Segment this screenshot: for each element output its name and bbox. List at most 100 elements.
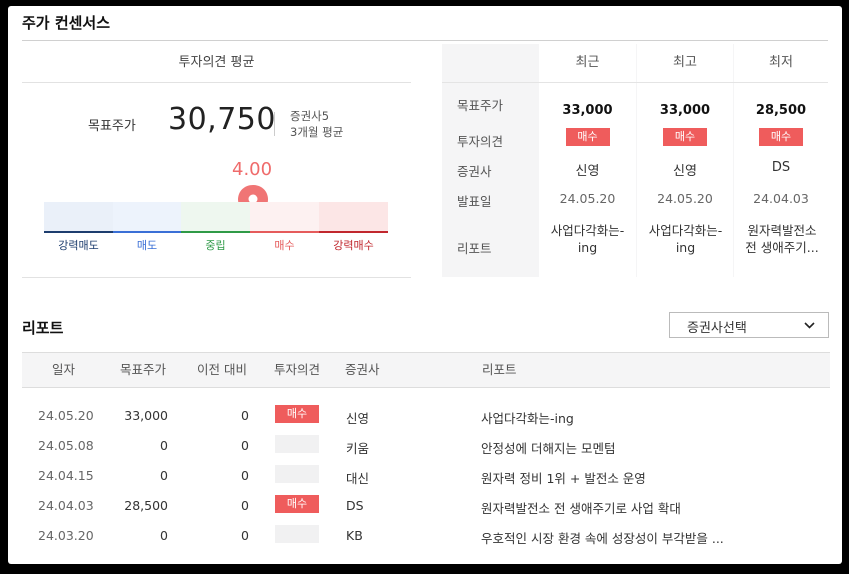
broker-select-label: 증권사선택	[687, 321, 747, 336]
opinion-badge: 매수	[275, 405, 319, 423]
gauge-line-buy	[250, 231, 319, 233]
summary-opinion: 매수	[539, 128, 636, 146]
summary-broker: 신영	[673, 164, 697, 179]
table-row: 24.05.08 0 0 키움 안정성에 더해지는 모멘텀	[22, 432, 830, 462]
gauge-line-hold	[181, 231, 250, 233]
col-broker: 증권사	[345, 362, 380, 377]
row-target: 0	[160, 468, 168, 483]
table-row: 24.05.20 33,000 0 매수 신영 사업다각화는-ing	[22, 402, 830, 432]
broker-count: 증권사5	[290, 109, 330, 123]
row-change: 0	[241, 498, 249, 513]
summary-report-link[interactable]: 사업다각화는-ing	[549, 222, 626, 256]
row-target: 0	[160, 528, 168, 543]
gauge-segment-hold	[181, 202, 250, 232]
reports-table-header: 일자 목표주가 이전 대비 투자의견 증권사 리포트	[22, 352, 830, 388]
row-date: 24.05.08	[38, 438, 94, 453]
summary-col-highest: 최고	[673, 55, 697, 70]
report-link[interactable]: 우호적인 시장 환경 속에 성장성이 부각받을 ...	[481, 528, 724, 547]
gauge-line-strong-buy	[319, 231, 388, 233]
scale-label-strong-buy: 강력매수	[333, 239, 374, 252]
divider	[274, 112, 275, 136]
summary-broker: 신영	[575, 164, 600, 179]
opinion-badge: 매수	[275, 495, 319, 513]
opinion-badge	[275, 435, 319, 453]
target-price-label: 목표주가	[88, 119, 136, 134]
summary-broker: DS	[771, 160, 791, 175]
reports-title: 리포트	[22, 319, 64, 337]
summary-target: 28,500	[755, 103, 807, 118]
report-link[interactable]: 사업다각화는-ing	[481, 408, 574, 427]
gauge-segment-strong-sell	[44, 202, 113, 232]
gauge-segment-sell	[113, 202, 181, 232]
buy-badge: 매수	[565, 128, 610, 146]
row-change: 0	[241, 468, 249, 483]
col-report: 리포트	[482, 362, 517, 377]
gauge-segment-strong-buy	[319, 202, 388, 232]
divider	[22, 277, 411, 278]
row-change: 0	[241, 528, 249, 543]
buy-badge: 매수	[663, 128, 707, 146]
gauge-segment-buy	[250, 202, 319, 232]
chevron-down-icon	[804, 322, 815, 329]
row-date: 24.03.20	[38, 528, 94, 543]
report-link[interactable]: 원자력발전소 전 생애주기로 사업 확대	[481, 498, 681, 517]
broker-select[interactable]: 증권사선택	[669, 312, 829, 338]
summary-report-link[interactable]: 원자력발전소 전 생애주기...	[742, 222, 822, 256]
opinion-badge	[275, 465, 319, 483]
table-row: 24.04.15 0 0 대신 원자력 정비 1위 + 발전소 운영	[22, 462, 830, 492]
row-label-broker: 증권사	[457, 164, 492, 179]
summary-date: 24.05.20	[559, 191, 616, 206]
row-label-report: 리포트	[457, 241, 492, 256]
col-opinion: 투자의견	[274, 362, 321, 377]
divider	[22, 40, 828, 41]
col-date: 일자	[52, 362, 76, 377]
row-broker: 신영	[346, 411, 370, 426]
summary-report-link[interactable]: 사업다각화는-ing	[647, 222, 724, 256]
summary-target: 33,000	[659, 103, 711, 118]
scale-label-sell: 매도	[136, 239, 158, 252]
col-change: 이전 대비	[197, 362, 247, 377]
row-label-target: 목표주가	[457, 98, 504, 113]
row-date: 24.04.03	[38, 498, 94, 513]
gauge-line-sell	[113, 231, 181, 233]
divider	[442, 82, 828, 83]
summary-date: 24.04.03	[753, 191, 809, 206]
row-date: 24.04.15	[38, 468, 94, 483]
row-label-date: 발표일	[457, 194, 492, 209]
averaging-period: 3개월 평균	[290, 125, 344, 139]
summary-opinion: 매수	[734, 128, 828, 146]
row-broker: KB	[346, 528, 363, 543]
row-label-opinion: 투자의견	[457, 134, 504, 149]
row-target: 0	[160, 438, 168, 453]
row-broker: DS	[346, 498, 364, 513]
row-change: 0	[241, 438, 249, 453]
row-broker: 키움	[346, 441, 370, 456]
row-change: 0	[241, 408, 249, 423]
scale-label-hold: 중립	[205, 239, 226, 252]
summary-col-lowest: 최저	[769, 55, 793, 70]
opinion-average-header: 투자의견 평균	[22, 44, 411, 83]
row-broker: 대신	[346, 471, 370, 486]
row-target: 33,000	[124, 408, 168, 423]
target-price-value: 30,750	[168, 102, 276, 137]
scale-label-buy: 매수	[274, 239, 295, 252]
report-link[interactable]: 안정성에 더해지는 모멘텀	[481, 438, 615, 457]
opinion-badge	[275, 525, 319, 543]
table-row: 24.03.20 0 0 KB 우호적인 시장 환경 속에 성장성이 부각받을 …	[22, 522, 830, 552]
summary-date: 24.05.20	[657, 191, 713, 206]
col-target: 목표주가	[120, 362, 167, 377]
gauge-line-strong-sell	[44, 231, 113, 233]
section-title: 주가 컨센서스	[22, 14, 111, 32]
opinion-score: 4.00	[232, 159, 273, 180]
summary-target: 33,000	[562, 103, 613, 118]
scale-label-strong-sell: 강력매도	[58, 239, 99, 252]
consensus-panel: 주가 컨센서스 투자의견 평균 목표주가 30,750 증권사5 3개월 평균 …	[8, 6, 842, 564]
row-date: 24.05.20	[38, 408, 94, 423]
table-row: 24.04.03 28,500 0 매수 DS 원자력발전소 전 생애주기로 사…	[22, 492, 830, 522]
summary-opinion: 매수	[637, 128, 733, 146]
report-link[interactable]: 원자력 정비 1위 + 발전소 운영	[481, 468, 646, 487]
summary-col-recent: 최근	[575, 55, 600, 70]
target-price-meta: 증권사5 3개월 평균	[290, 108, 343, 140]
buy-badge: 매수	[759, 128, 803, 146]
row-target: 28,500	[124, 498, 168, 513]
